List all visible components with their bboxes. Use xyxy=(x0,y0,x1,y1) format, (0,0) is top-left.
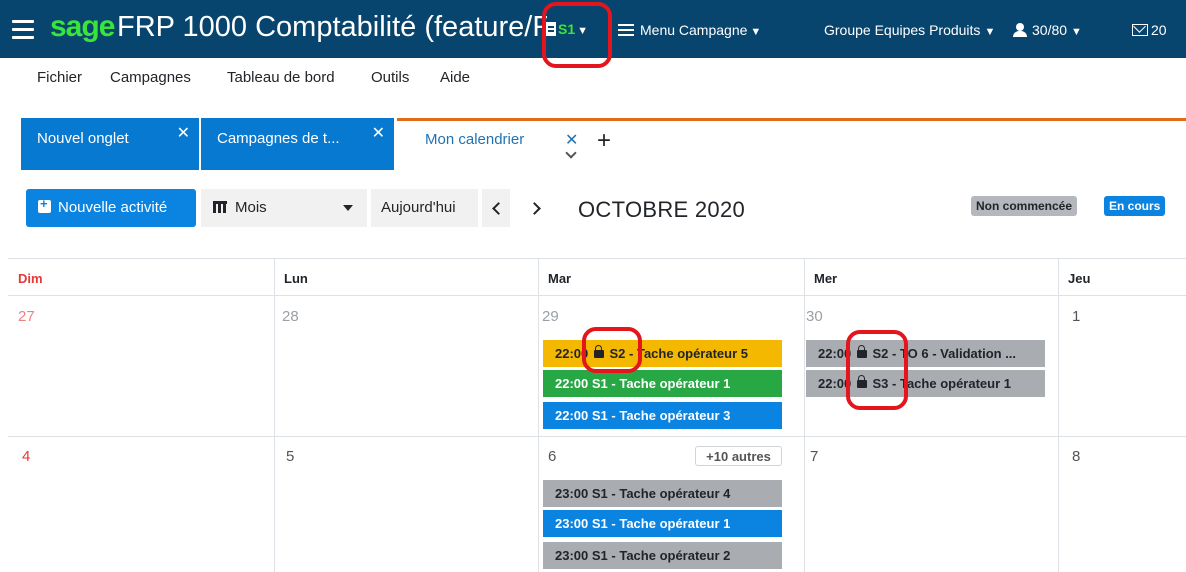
month-title: OCTOBRE 2020 xyxy=(578,197,746,222)
app-title: FRP 1000 Comptabilité (feature/F xyxy=(117,11,547,43)
event-title: Tache opérateur 1 xyxy=(619,516,731,531)
tab-campagnes[interactable]: Campagnes de t... ✕ xyxy=(201,118,394,170)
event-title: Tache opérateur 5 xyxy=(636,346,748,361)
dropdown-arrow-icon xyxy=(343,205,353,211)
view-selector[interactable]: Mois xyxy=(201,189,367,227)
event-time: 23:00 xyxy=(555,516,589,531)
legend-in-progress: En cours xyxy=(1104,196,1166,216)
today-button[interactable]: Aujourd'hui xyxy=(371,189,478,227)
event-site: S1 xyxy=(591,548,608,563)
annotation-circle xyxy=(582,327,642,373)
day-number[interactable]: 4 xyxy=(22,448,30,465)
calendar-grid-icon xyxy=(213,201,227,213)
day-header-dim: Dim xyxy=(8,259,274,296)
day-number[interactable]: 30 xyxy=(806,308,823,325)
user-icon xyxy=(1012,23,1028,37)
new-activity-label: Nouvelle activité xyxy=(58,199,168,216)
calendar-event[interactable]: 22:00 S2 - Tache opérateur 5 xyxy=(543,340,782,367)
close-icon[interactable]: ✕ xyxy=(565,130,578,150)
close-icon[interactable]: ✕ xyxy=(372,123,385,143)
grid-line xyxy=(8,436,1186,437)
menu-tableau-de-bord[interactable]: Tableau de bord xyxy=(227,69,335,86)
caret-down-icon: ▼ xyxy=(1071,26,1082,38)
day-number[interactable]: 1 xyxy=(1072,308,1080,325)
calendar-event[interactable]: 22:00 S3 - Tache opérateur 1 xyxy=(806,370,1045,397)
event-site: S1 xyxy=(591,376,608,391)
close-icon[interactable]: ✕ xyxy=(177,123,190,143)
sage-logo: sage xyxy=(50,10,115,43)
campaign-menu-label: Menu Campagne xyxy=(640,22,748,38)
event-title: Tache opérateur 2 xyxy=(619,548,731,563)
day-number[interactable]: 5 xyxy=(286,448,294,465)
day-number[interactable]: 27 xyxy=(18,308,35,325)
tab-label: Mon calendrier xyxy=(425,131,525,148)
event-time: 23:00 xyxy=(555,486,589,501)
calendar-event[interactable]: 22:00 S2 - TO 6 - Validation ... xyxy=(806,340,1045,367)
day-number[interactable]: 28 xyxy=(282,308,299,325)
calendar-plus-icon xyxy=(38,196,51,213)
day-header-lun: Lun xyxy=(274,259,538,296)
event-title: Tache opérateur 1 xyxy=(619,376,731,391)
event-title: Tache opérateur 4 xyxy=(619,486,731,501)
campaign-menu[interactable]: Menu Campagne ▼ xyxy=(618,22,761,38)
users-selector[interactable]: 30/80 ▼ xyxy=(1012,22,1082,38)
grid-line xyxy=(804,259,805,572)
tab-label: Campagnes de t... xyxy=(217,130,340,147)
prev-month-button[interactable] xyxy=(482,189,510,227)
more-events-button[interactable]: +10 autres xyxy=(695,446,782,466)
event-time: 22:00 xyxy=(555,376,589,391)
day-number[interactable]: 6 xyxy=(548,448,556,465)
day-number[interactable]: 8 xyxy=(1072,448,1080,465)
menu-fichier[interactable]: Fichier xyxy=(37,69,82,86)
calendar-event[interactable]: 23:00 S1 - Tache opérateur 4 xyxy=(543,480,782,507)
group-label: Groupe Equipes Produits xyxy=(824,22,981,38)
day-number[interactable]: 7 xyxy=(810,448,818,465)
menu-outils[interactable]: Outils xyxy=(371,69,409,86)
calendar-event[interactable]: 23:00 S1 - Tache opérateur 2 xyxy=(543,542,782,569)
menu-icon xyxy=(618,24,634,36)
event-title: Tache opérateur 3 xyxy=(619,408,731,423)
view-label: Mois xyxy=(235,199,267,216)
menu-aide[interactable]: Aide xyxy=(440,69,470,86)
day-number[interactable]: 29 xyxy=(542,308,559,325)
event-site: S1 xyxy=(591,486,608,501)
calendar-event[interactable]: 22:00 S1 - Tache opérateur 3 xyxy=(543,402,782,429)
tab-mon-calendrier[interactable]: Mon calendrier ✕ + xyxy=(397,118,1186,170)
users-count: 30/80 xyxy=(1032,22,1068,38)
event-time: 22:00 xyxy=(555,408,589,423)
day-header-jeu: Jeu xyxy=(1058,259,1186,296)
event-site: S1 xyxy=(591,516,608,531)
calendar-event[interactable]: 23:00 S1 - Tache opérateur 1 xyxy=(543,510,782,537)
annotation-circle xyxy=(542,2,612,68)
menu-campagnes[interactable]: Campagnes xyxy=(110,69,191,86)
event-site: S1 xyxy=(591,408,608,423)
add-tab-icon[interactable]: + xyxy=(597,127,611,155)
event-time: 23:00 xyxy=(555,548,589,563)
tab-nouvel-onglet[interactable]: Nouvel onglet ✕ xyxy=(21,118,199,170)
tab-label: Nouvel onglet xyxy=(37,130,129,147)
next-month-button[interactable] xyxy=(522,189,550,227)
hamburger-menu-icon[interactable] xyxy=(12,20,34,40)
mail-icon xyxy=(1132,24,1148,36)
grid-line xyxy=(274,259,275,572)
day-header-mer: Mer xyxy=(804,259,1058,296)
caret-down-icon: ▼ xyxy=(750,26,762,38)
caret-down-icon: ▼ xyxy=(984,26,996,38)
calendar-event[interactable]: 22:00 S1 - Tache opérateur 1 xyxy=(543,370,782,397)
event-title: TO 6 - Validation ... xyxy=(899,346,1017,361)
annotation-circle xyxy=(846,330,908,410)
mail-count: 20 xyxy=(1151,22,1167,38)
event-title: Tache opérateur 1 xyxy=(899,376,1011,391)
legend-not-started: Non commencée xyxy=(971,196,1078,216)
day-header-mar: Mar xyxy=(538,259,804,296)
mail-button[interactable]: 20 xyxy=(1132,22,1167,38)
new-activity-button[interactable]: Nouvelle activité xyxy=(26,189,196,227)
grid-line xyxy=(538,259,539,572)
group-selector[interactable]: Groupe Equipes Produits ▼ xyxy=(824,22,995,38)
tab-bar: Nouvel onglet ✕ Campagnes de t... ✕ Mon … xyxy=(0,118,1186,170)
grid-line xyxy=(1058,259,1059,572)
